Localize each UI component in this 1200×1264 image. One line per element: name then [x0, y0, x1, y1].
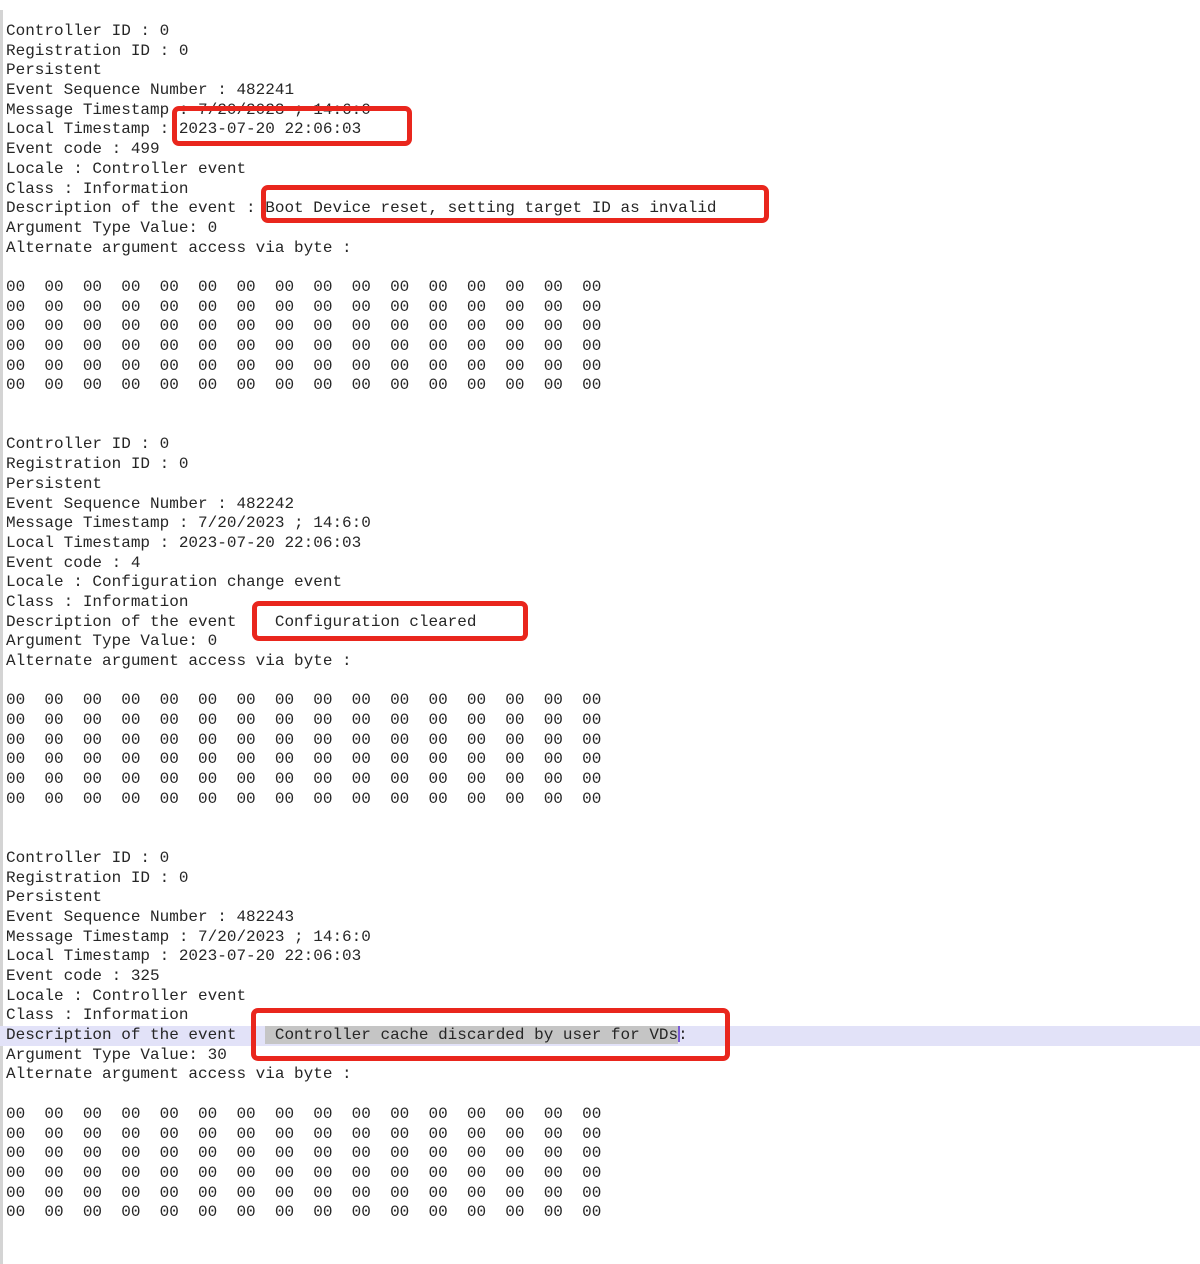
argument-type-value-line: Argument Type Value: 30 [6, 1046, 1200, 1066]
selected-text: Controller cache discarded by user for V… [265, 1026, 678, 1044]
event-log-block: Controller ID : 0Registration ID : 0Pers… [6, 22, 1200, 435]
argument-type-value-line: Argument Type Value: 0 [6, 219, 1200, 239]
description-label: Description of the event : [6, 199, 265, 217]
description-label: Description of the event [6, 613, 275, 631]
hex-dump-row: 00 00 00 00 00 00 00 00 00 00 00 00 00 0… [6, 1203, 1200, 1223]
hex-dump-row: 00 00 00 00 00 00 00 00 00 00 00 00 00 0… [6, 376, 1200, 396]
hex-dump-row: 00 00 00 00 00 00 00 00 00 00 00 00 00 0… [6, 770, 1200, 790]
blank-line [6, 1243, 1200, 1263]
persistence-line: Persistent [6, 61, 1200, 81]
controller-id-line: Controller ID : 0 [6, 435, 1200, 455]
event-code-line: Event code : 499 [6, 140, 1200, 160]
controller-id-line: Controller ID : 0 [6, 849, 1200, 869]
blank-line [6, 1223, 1200, 1243]
event-code-line: Event code : 325 [6, 967, 1200, 987]
blank-line [6, 1085, 1200, 1105]
description-value: Configuration cleared [275, 613, 477, 631]
event-code-line: Event code : 4 [6, 554, 1200, 574]
blank-line [6, 672, 1200, 692]
hex-dump-row: 00 00 00 00 00 00 00 00 00 00 00 00 00 0… [6, 790, 1200, 810]
alternate-argument-line: Alternate argument access via byte : [6, 239, 1200, 259]
locale-line: Locale : Controller event [6, 987, 1200, 1007]
message-timestamp-line: Message Timestamp : 7/20/2023 ; 14:6:0 [6, 101, 1200, 121]
hex-dump-row: 00 00 00 00 00 00 00 00 00 00 00 00 00 0… [6, 691, 1200, 711]
blank-line [6, 258, 1200, 278]
hex-dump-row: 00 00 00 00 00 00 00 00 00 00 00 00 00 0… [6, 278, 1200, 298]
description-label: Description of the event [6, 1026, 265, 1044]
blank-line [6, 829, 1200, 849]
hex-dump-row: 00 00 00 00 00 00 00 00 00 00 00 00 00 0… [6, 1125, 1200, 1145]
alternate-argument-line: Alternate argument access via byte : [6, 652, 1200, 672]
event-sequence-number-line: Event Sequence Number : 482241 [6, 81, 1200, 101]
hex-dump-row: 00 00 00 00 00 00 00 00 00 00 00 00 00 0… [6, 357, 1200, 377]
blank-line [6, 396, 1200, 416]
hex-dump-row: 00 00 00 00 00 00 00 00 00 00 00 00 00 0… [6, 337, 1200, 357]
description-suffix: : [678, 1026, 688, 1044]
locale-line: Locale : Configuration change event [6, 573, 1200, 593]
event-sequence-number-line: Event Sequence Number : 482243 [6, 908, 1200, 928]
persistence-line: Persistent [6, 475, 1200, 495]
message-timestamp-line: Message Timestamp : 7/20/2023 ; 14:6:0 [6, 514, 1200, 534]
argument-type-value-line: Argument Type Value: 0 [6, 632, 1200, 652]
alternate-argument-line: Alternate argument access via byte : [6, 1065, 1200, 1085]
local-timestamp-line: Local Timestamp : 2023-07-20 22:06:03 [6, 534, 1200, 554]
message-timestamp-line: Message Timestamp : 7/20/2023 ; 14:6:0 [6, 928, 1200, 948]
event-log-block: Controller ID : 0Registration ID : 0Pers… [6, 849, 1200, 1262]
registration-id-line: Registration ID : 0 [6, 455, 1200, 475]
description-value: Boot Device reset, setting target ID as … [265, 199, 716, 217]
hex-dump-row: 00 00 00 00 00 00 00 00 00 00 00 00 00 0… [6, 711, 1200, 731]
persistence-line: Persistent [6, 888, 1200, 908]
registration-id-line: Registration ID : 0 [6, 42, 1200, 62]
description-line: Description of the event Controller cach… [0, 1026, 1200, 1046]
hex-dump-row: 00 00 00 00 00 00 00 00 00 00 00 00 00 0… [6, 1144, 1200, 1164]
locale-line: Locale : Controller event [6, 160, 1200, 180]
class-line: Class : Information [6, 180, 1200, 200]
description-line: Description of the event Configuration c… [6, 613, 1200, 633]
class-line: Class : Information [6, 1006, 1200, 1026]
hex-dump-row: 00 00 00 00 00 00 00 00 00 00 00 00 00 0… [6, 1184, 1200, 1204]
hex-dump-row: 00 00 00 00 00 00 00 00 00 00 00 00 00 0… [6, 1164, 1200, 1184]
hex-dump-row: 00 00 00 00 00 00 00 00 00 00 00 00 00 0… [6, 1105, 1200, 1125]
controller-id-line: Controller ID : 0 [6, 22, 1200, 42]
blank-line [6, 810, 1200, 830]
class-line: Class : Information [6, 593, 1200, 613]
event-log-block: Controller ID : 0Registration ID : 0Pers… [6, 435, 1200, 848]
log-viewer-page: Controller ID : 0Registration ID : 0Pers… [0, 0, 1200, 1264]
description-line: Description of the event : Boot Device r… [6, 199, 1200, 219]
hex-dump-row: 00 00 00 00 00 00 00 00 00 00 00 00 00 0… [6, 750, 1200, 770]
hex-dump-row: 00 00 00 00 00 00 00 00 00 00 00 00 00 0… [6, 731, 1200, 751]
hex-dump-row: 00 00 00 00 00 00 00 00 00 00 00 00 00 0… [6, 298, 1200, 318]
event-sequence-number-line: Event Sequence Number : 482242 [6, 495, 1200, 515]
blank-line [6, 416, 1200, 436]
registration-id-line: Registration ID : 0 [6, 869, 1200, 889]
hex-dump-row: 00 00 00 00 00 00 00 00 00 00 00 00 00 0… [6, 317, 1200, 337]
event-log-text-area[interactable]: Controller ID : 0Registration ID : 0Pers… [0, 0, 1200, 1262]
local-timestamp-line: Local Timestamp : 2023-07-20 22:06:03 [6, 947, 1200, 967]
local-timestamp-line: Local Timestamp : 2023-07-20 22:06:03 [6, 120, 1200, 140]
